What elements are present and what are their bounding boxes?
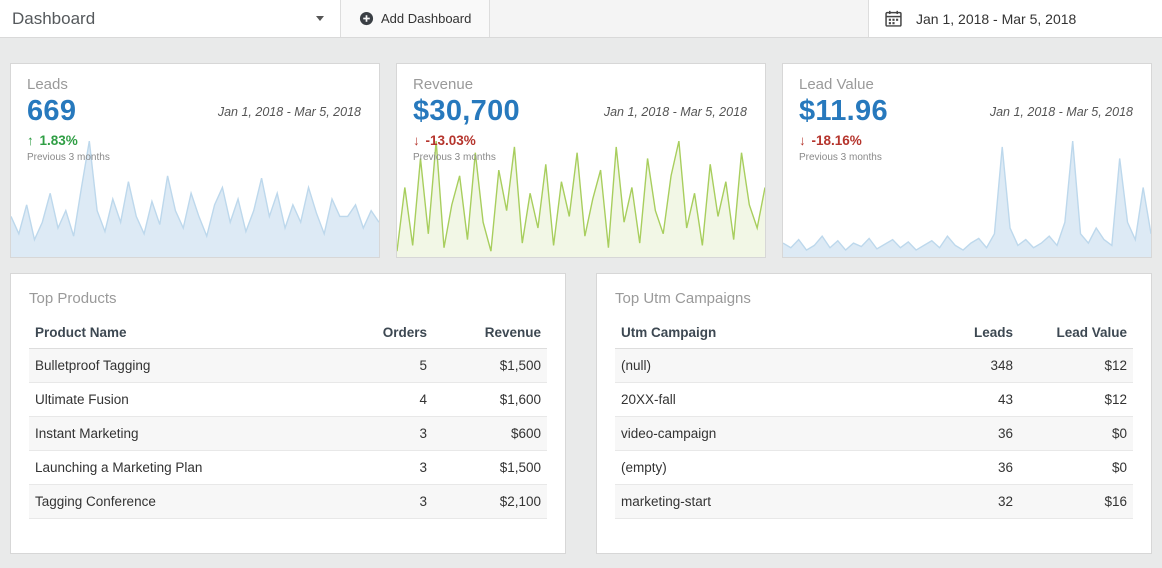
tables-row: Top Products Product NameOrdersRevenueBu… (10, 273, 1152, 554)
kpi-date-range: Jan 1, 2018 - Mar 5, 2018 (604, 105, 749, 119)
row-value: 43 (905, 383, 1019, 417)
kpi-period-label: Previous 3 months (413, 152, 749, 163)
change-arrow: ↑ (27, 133, 38, 148)
kpi-value: 669 (27, 95, 76, 128)
row-value: 3 (319, 451, 433, 485)
calendar-icon (885, 10, 902, 27)
row-value: 348 (905, 349, 1019, 383)
table-row: Ultimate Fusion4$1,600 (29, 383, 547, 417)
kpi-change: ↓ -18.16% (799, 133, 1135, 148)
table-row: Launching a Marketing Plan3$1,500 (29, 451, 547, 485)
change-value: -13.03% (426, 133, 476, 148)
row-value: $0 (1019, 417, 1133, 451)
kpi-period-label: Previous 3 months (27, 152, 363, 163)
row-value: $1,600 (433, 383, 547, 417)
row-label: marketing-start (615, 485, 905, 519)
date-range-text: Jan 1, 2018 - Mar 5, 2018 (916, 11, 1076, 27)
top-utm-campaigns-table: Utm CampaignLeadsLead Value(null)348$122… (615, 317, 1133, 519)
row-value: 32 (905, 485, 1019, 519)
row-label: Tagging Conference (29, 485, 319, 519)
add-dashboard-label: Add Dashboard (381, 11, 471, 26)
column-header: Leads (905, 317, 1019, 349)
table-row: Bulletproof Tagging5$1,500 (29, 349, 547, 383)
table-title: Top Products (29, 290, 547, 307)
table-row: marketing-start32$16 (615, 485, 1133, 519)
kpi-title: Revenue (413, 76, 749, 93)
dashboard-selector-label: Dashboard (12, 9, 95, 29)
row-value: 4 (319, 383, 433, 417)
chevron-down-icon (316, 16, 324, 21)
row-label: (null) (615, 349, 905, 383)
row-label: Ultimate Fusion (29, 383, 319, 417)
kpi-change: ↑ 1.83% (27, 133, 363, 148)
row-label: 20XX-fall (615, 383, 905, 417)
row-value: 5 (319, 349, 433, 383)
kpi-title: Lead Value (799, 76, 1135, 93)
kpi-date-range: Jan 1, 2018 - Mar 5, 2018 (990, 105, 1135, 119)
kpi-value: $11.96 (799, 95, 888, 128)
row-value: 3 (319, 485, 433, 519)
table-row: 20XX-fall43$12 (615, 383, 1133, 417)
row-label: Instant Marketing (29, 417, 319, 451)
column-header: Revenue (433, 317, 547, 349)
kpi-change: ↓ -13.03% (413, 133, 749, 148)
topbar: Dashboard Add Dashboard (0, 0, 1162, 38)
row-label: video-campaign (615, 417, 905, 451)
change-value: -18.16% (812, 133, 862, 148)
table-row: Instant Marketing3$600 (29, 417, 547, 451)
kpi-card-lead-value: Lead Value $11.96 Jan 1, 2018 - Mar 5, 2… (782, 63, 1152, 258)
topbar-spacer (490, 0, 868, 37)
kpi-value: $30,700 (413, 95, 520, 128)
table-row: (empty)36$0 (615, 451, 1133, 485)
row-value: $12 (1019, 383, 1133, 417)
row-value: 3 (319, 417, 433, 451)
table-title: Top Utm Campaigns (615, 290, 1133, 307)
row-label: Launching a Marketing Plan (29, 451, 319, 485)
row-value: $16 (1019, 485, 1133, 519)
change-value: 1.83% (40, 133, 78, 148)
row-value: $2,100 (433, 485, 547, 519)
top-products-card: Top Products Product NameOrdersRevenueBu… (10, 273, 566, 554)
kpi-row: Leads 669 Jan 1, 2018 - Mar 5, 2018 ↑ 1.… (10, 63, 1152, 258)
table-row: (null)348$12 (615, 349, 1133, 383)
row-value: $1,500 (433, 451, 547, 485)
date-range-picker[interactable]: Jan 1, 2018 - Mar 5, 2018 (868, 0, 1162, 37)
kpi-card-revenue: Revenue $30,700 Jan 1, 2018 - Mar 5, 201… (396, 63, 766, 258)
row-label: Bulletproof Tagging (29, 349, 319, 383)
kpi-title: Leads (27, 76, 363, 93)
row-value: $1,500 (433, 349, 547, 383)
add-dashboard-button[interactable]: Add Dashboard (341, 0, 490, 37)
table-row: Tagging Conference3$2,100 (29, 485, 547, 519)
top-utm-campaigns-card: Top Utm Campaigns Utm CampaignLeadsLead … (596, 273, 1152, 554)
plus-circle-icon (359, 11, 374, 26)
row-value: $600 (433, 417, 547, 451)
row-value: $12 (1019, 349, 1133, 383)
row-label: (empty) (615, 451, 905, 485)
column-header: Product Name (29, 317, 319, 349)
column-header: Lead Value (1019, 317, 1133, 349)
top-products-table: Product NameOrdersRevenueBulletproof Tag… (29, 317, 547, 519)
column-header: Utm Campaign (615, 317, 905, 349)
kpi-period-label: Previous 3 months (799, 152, 1135, 163)
table-row: video-campaign36$0 (615, 417, 1133, 451)
dashboard-content: Leads 669 Jan 1, 2018 - Mar 5, 2018 ↑ 1.… (0, 38, 1162, 554)
kpi-date-range: Jan 1, 2018 - Mar 5, 2018 (218, 105, 363, 119)
change-arrow: ↓ (413, 133, 424, 148)
change-arrow: ↓ (799, 133, 810, 148)
row-value: $0 (1019, 451, 1133, 485)
column-header: Orders (319, 317, 433, 349)
row-value: 36 (905, 451, 1019, 485)
kpi-card-leads: Leads 669 Jan 1, 2018 - Mar 5, 2018 ↑ 1.… (10, 63, 380, 258)
dashboard-selector[interactable]: Dashboard (0, 0, 341, 37)
row-value: 36 (905, 417, 1019, 451)
